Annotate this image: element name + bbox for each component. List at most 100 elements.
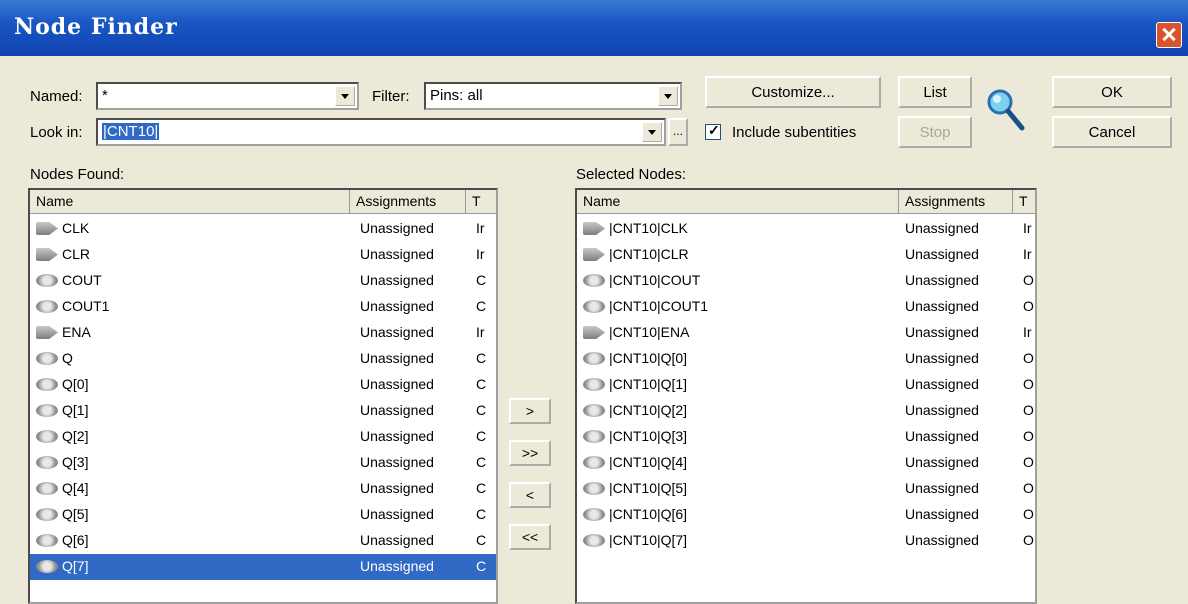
customize-button[interactable]: Customize... <box>705 76 881 108</box>
node-name: |CNT10|Q[2] <box>609 402 688 418</box>
table-row[interactable]: |CNT10|ENA Unassigned Ir <box>577 320 1035 346</box>
table-row[interactable]: |CNT10|COUT1 Unassigned O <box>577 294 1035 320</box>
node-assignment: Unassigned <box>905 246 979 262</box>
table-row[interactable]: |CNT10|CLR Unassigned Ir <box>577 242 1035 268</box>
node-assignment: Unassigned <box>905 532 979 548</box>
node-name: |CNT10|CLR <box>609 246 689 262</box>
selected-nodes-label: Selected Nodes: <box>576 166 687 183</box>
column-header-name[interactable]: Name <box>577 190 899 214</box>
table-row[interactable]: |CNT10|COUT Unassigned O <box>577 268 1035 294</box>
table-row[interactable]: Q[2] Unassigned C <box>30 424 496 450</box>
table-row[interactable]: Q[6] Unassigned C <box>30 528 496 554</box>
node-name: |CNT10|Q[0] <box>609 350 688 366</box>
node-assignment: Unassigned <box>360 220 434 236</box>
node-name: ENA <box>62 324 91 340</box>
browse-button-label: ... <box>672 124 683 138</box>
table-row[interactable]: |CNT10|Q[1] Unassigned O <box>577 372 1035 398</box>
table-row[interactable]: |CNT10|Q[2] Unassigned O <box>577 398 1035 424</box>
table-row[interactable]: |CNT10|Q[4] Unassigned O <box>577 450 1035 476</box>
table-row[interactable]: CLK Unassigned Ir <box>30 216 496 242</box>
node-type: O <box>1023 428 1034 444</box>
node-type: O <box>1023 298 1034 314</box>
selected-nodes-list[interactable]: Name Assignments T |CNT10|CLK Unassigned I… <box>575 188 1037 604</box>
output-pin-icon <box>583 430 605 443</box>
include-subentities-checkbox[interactable] <box>705 122 721 140</box>
table-row[interactable]: Q[7] Unassigned C <box>30 554 496 580</box>
remove-all-nodes-button[interactable]: << <box>509 524 551 550</box>
table-row[interactable]: COUT1 Unassigned C <box>30 294 496 320</box>
cancel-button[interactable]: Cancel <box>1052 116 1172 148</box>
node-name: Q[6] <box>62 532 89 548</box>
output-pin-icon <box>583 300 605 313</box>
node-name: |CNT10|ENA <box>609 324 690 340</box>
table-row[interactable]: Q[5] Unassigned C <box>30 502 496 528</box>
output-pin-icon <box>583 378 605 391</box>
node-name: |CNT10|Q[3] <box>609 428 688 444</box>
node-name: |CNT10|Q[5] <box>609 480 688 496</box>
output-pin-icon <box>36 430 58 443</box>
chevron-down-icon[interactable] <box>335 86 355 106</box>
ok-button[interactable]: OK <box>1052 76 1172 108</box>
input-pin-icon <box>36 248 58 261</box>
window-title: Node Finder <box>14 14 178 40</box>
node-assignment: Unassigned <box>360 350 434 366</box>
output-pin-icon <box>36 404 58 417</box>
table-row[interactable]: |CNT10|Q[0] Unassigned O <box>577 346 1035 372</box>
node-name: COUT1 <box>62 298 110 314</box>
table-row[interactable]: Q[1] Unassigned C <box>30 398 496 424</box>
named-combobox[interactable]: * <box>96 82 359 110</box>
node-assignment: Unassigned <box>360 454 434 470</box>
input-pin-icon <box>583 326 605 339</box>
table-row[interactable]: CLR Unassigned Ir <box>30 242 496 268</box>
table-row[interactable]: Q[3] Unassigned C <box>30 450 496 476</box>
column-header-assignments[interactable]: Assignments <box>899 190 1013 214</box>
chevron-down-icon[interactable] <box>642 122 662 142</box>
table-row[interactable]: COUT Unassigned C <box>30 268 496 294</box>
list-button[interactable]: List <box>898 76 972 108</box>
table-row[interactable]: |CNT10|Q[3] Unassigned O <box>577 424 1035 450</box>
chevron-down-icon[interactable] <box>658 86 678 106</box>
table-row[interactable]: ENA Unassigned Ir <box>30 320 496 346</box>
node-type: Ir <box>476 246 485 262</box>
input-pin-icon <box>583 222 605 235</box>
node-type: Ir <box>476 324 485 340</box>
search-icon <box>987 89 1025 131</box>
output-pin-icon <box>583 534 605 547</box>
node-type: C <box>476 532 487 548</box>
node-name: |CNT10|Q[7] <box>609 532 688 548</box>
browse-button[interactable]: ... <box>668 118 688 146</box>
table-row[interactable]: Q Unassigned C <box>30 346 496 372</box>
close-icon[interactable] <box>1156 22 1182 48</box>
node-name: |CNT10|Q[1] <box>609 376 688 392</box>
node-type: Ir <box>1023 220 1032 236</box>
node-type: C <box>476 558 487 574</box>
column-header-assignments[interactable]: Assignments <box>350 190 466 214</box>
node-name: |CNT10|Q[4] <box>609 454 688 470</box>
column-header-name[interactable]: Name <box>30 190 350 214</box>
table-row[interactable]: |CNT10|Q[6] Unassigned O <box>577 502 1035 528</box>
stop-button[interactable]: Stop <box>898 116 972 148</box>
node-assignment: Unassigned <box>905 480 979 496</box>
add-all-nodes-button[interactable]: >> <box>509 440 551 466</box>
add-node-button[interactable]: > <box>509 398 551 424</box>
look-in-combobox[interactable]: |CNT10| <box>96 118 666 146</box>
filter-combobox[interactable]: Pins: all <box>424 82 682 110</box>
node-assignment: Unassigned <box>360 428 434 444</box>
table-row[interactable]: |CNT10|CLK Unassigned Ir <box>577 216 1035 242</box>
filter-label: Filter: <box>372 88 410 105</box>
nodes-found-label: Nodes Found: <box>30 166 125 183</box>
table-row[interactable]: |CNT10|Q[7] Unassigned O <box>577 528 1035 554</box>
table-row[interactable]: Q[4] Unassigned C <box>30 476 496 502</box>
ok-button-label: OK <box>1101 84 1123 101</box>
table-row[interactable]: Q[0] Unassigned C <box>30 372 496 398</box>
column-header-type[interactable]: T <box>466 190 496 214</box>
nodes-found-list[interactable]: Name Assignments T CLK Unassigned Ir CLR Una… <box>28 188 498 604</box>
node-name: Q[0] <box>62 376 89 392</box>
remove-node-button[interactable]: < <box>509 482 551 508</box>
node-name: CLR <box>62 246 91 262</box>
output-pin-icon <box>36 534 58 547</box>
table-row[interactable]: |CNT10|Q[5] Unassigned O <box>577 476 1035 502</box>
node-type: C <box>476 350 487 366</box>
node-name: Q[2] <box>62 428 89 444</box>
column-header-type[interactable]: T <box>1013 190 1035 214</box>
